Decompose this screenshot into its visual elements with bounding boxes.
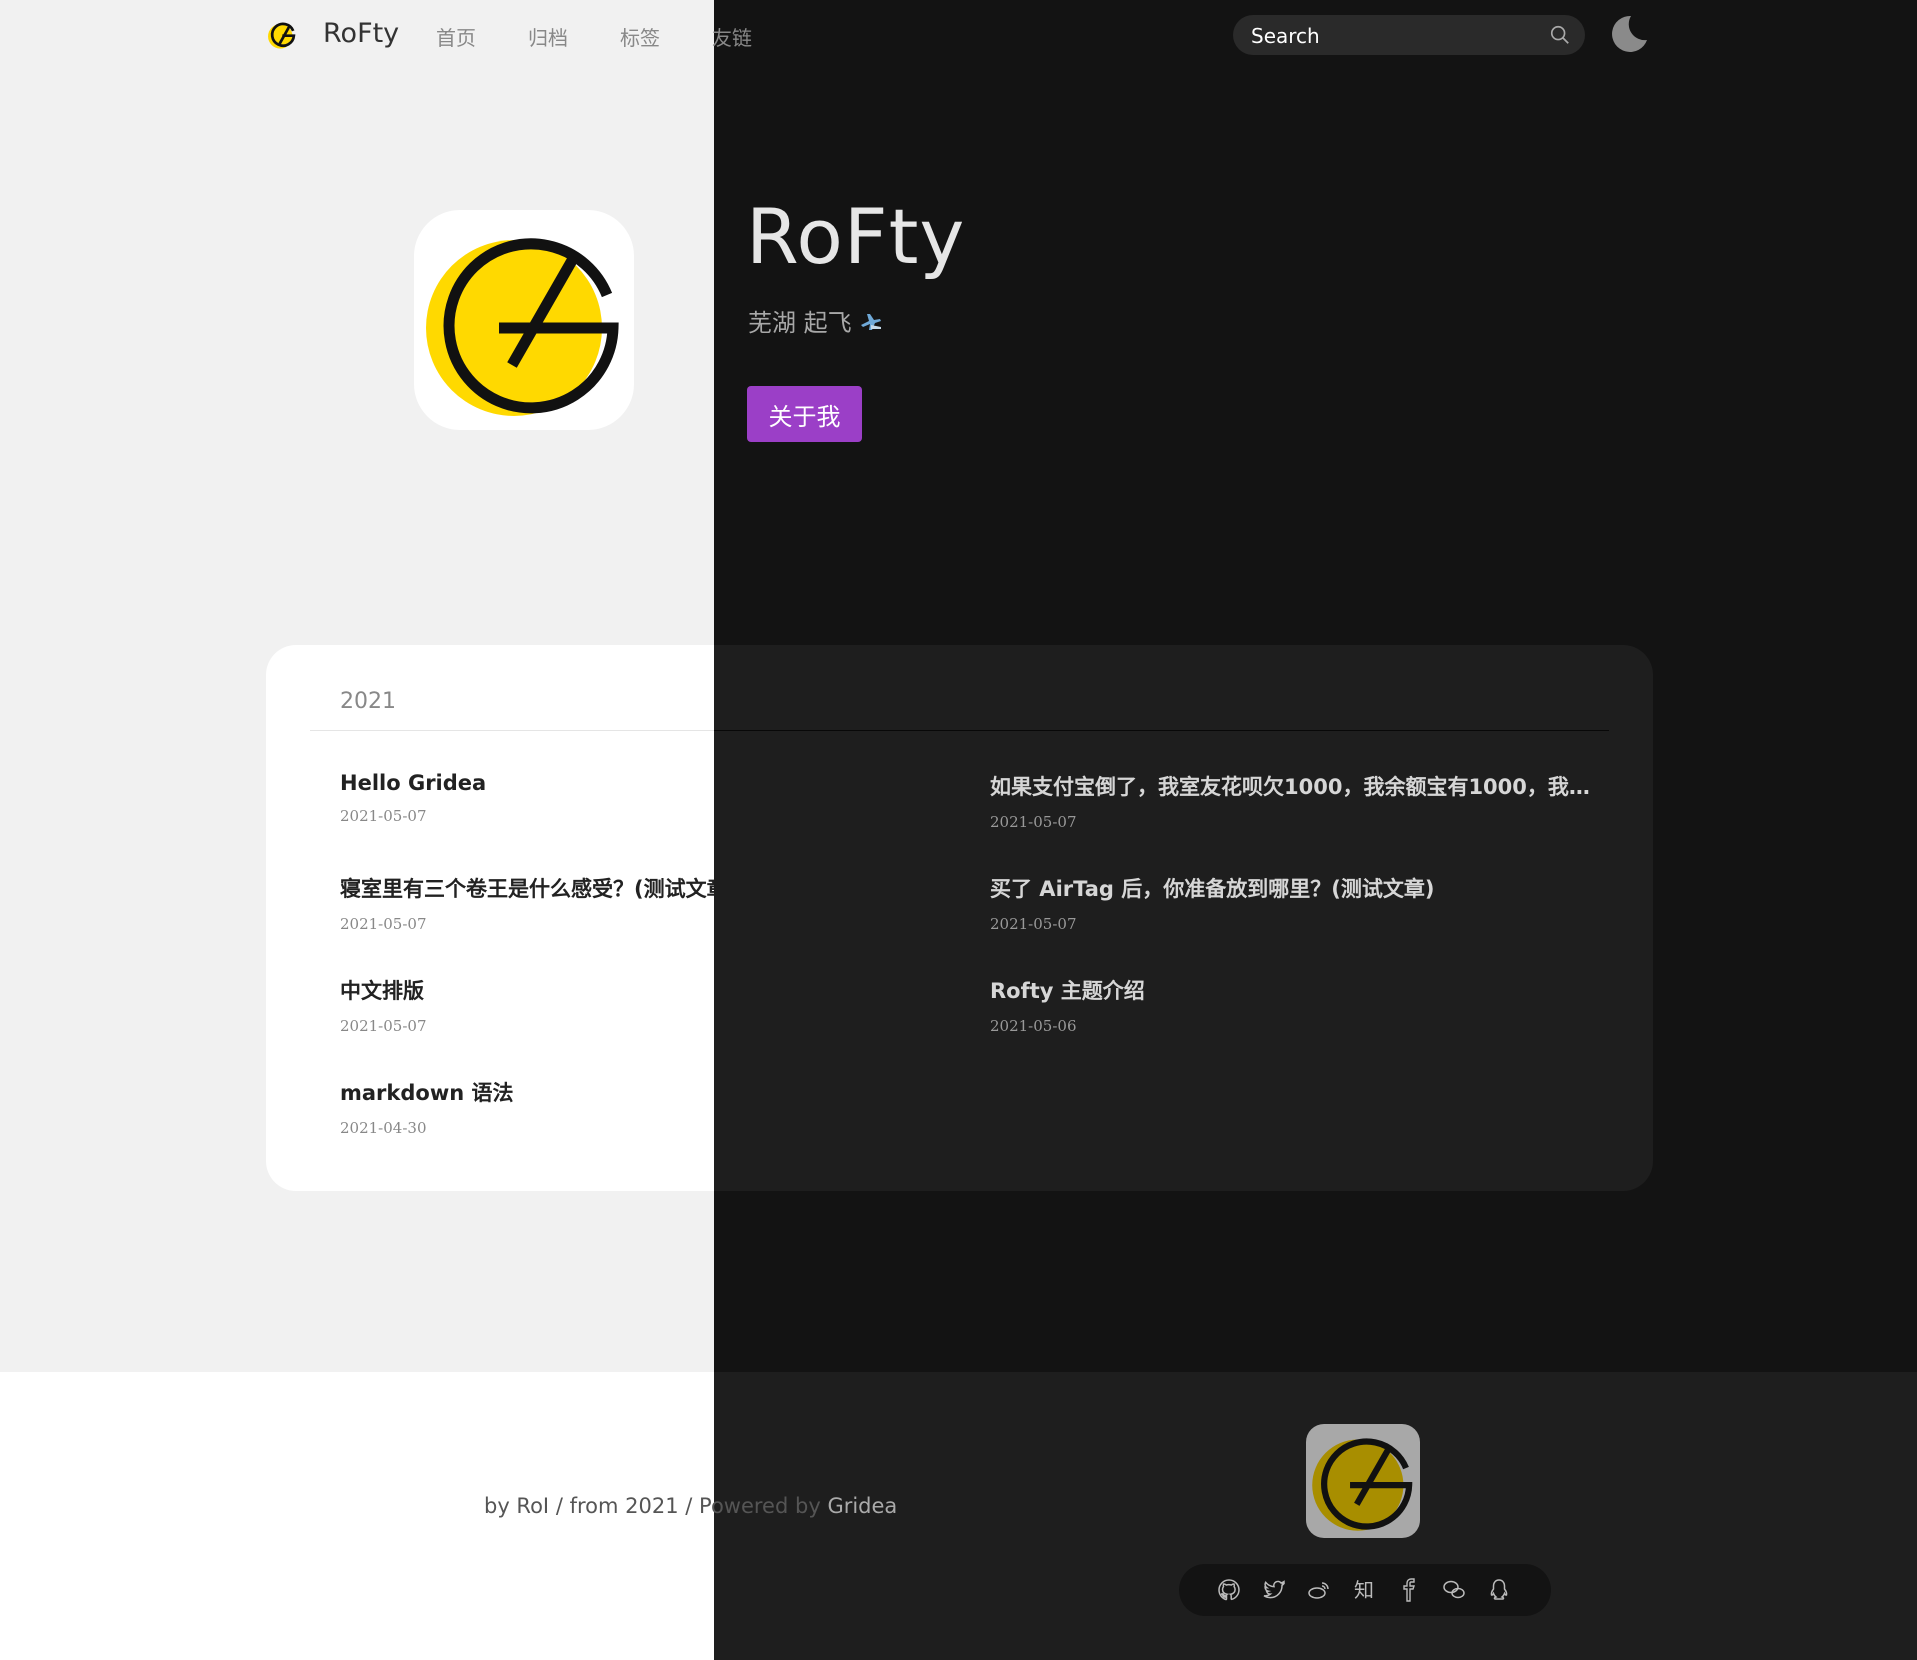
twitter-icon[interactable]: [1262, 1578, 1286, 1602]
post-title[interactable]: 买了 AirTag 后，你准备放到哪里？(测试文章): [990, 873, 1590, 903]
hero-subtitle: 芜湖 起飞: [748, 303, 883, 338]
site-logo-large-icon: [426, 238, 619, 416]
footer-credits: by RoI / from 2021 / Powered by Gridea: [484, 1494, 897, 1518]
search-input[interactable]: [1249, 15, 1543, 57]
weibo-icon[interactable]: [1307, 1578, 1331, 1602]
nav-home[interactable]: 首页: [436, 22, 476, 51]
post-list-card: 2021 Hello Gridea 2021-05-07 寝室里有三个卷王是什么…: [266, 645, 1653, 1191]
post-date: 2021-04-30: [340, 1119, 427, 1137]
post-date: 2021-05-07: [340, 807, 427, 825]
post-item[interactable]: 如果支付宝倒了，我室友花呗欠1000，我余额宝有1000，我可以... 2021…: [990, 771, 1590, 831]
wechat-icon[interactable]: [1442, 1578, 1466, 1602]
facebook-icon[interactable]: [1397, 1578, 1421, 1602]
moon-icon[interactable]: [1609, 14, 1649, 54]
post-title[interactable]: 中文排版: [340, 975, 940, 1005]
zhihu-icon[interactable]: 知: [1352, 1578, 1376, 1602]
social-links-bar: 知: [1179, 1564, 1551, 1616]
footer-year: from 2021: [569, 1494, 679, 1518]
post-item[interactable]: 寝室里有三个卷王是什么感受？(测试文章) 2021-05-07: [340, 873, 714, 933]
search-box: [1233, 15, 1585, 57]
footer-logo: [1306, 1424, 1420, 1538]
qq-icon[interactable]: [1487, 1578, 1511, 1602]
post-date: 2021-05-07: [340, 1017, 427, 1035]
hero-title: RoFty: [746, 192, 966, 281]
site-header: RoFty 首页 归档 标签 友链: [0, 0, 1917, 70]
nav-tags[interactable]: 标签: [620, 22, 660, 51]
post-title[interactable]: markdown 语法: [340, 1077, 940, 1107]
post-item[interactable]: Hello Gridea 2021-05-07: [340, 771, 940, 825]
post-date: 2021-05-07: [990, 915, 1077, 933]
post-item[interactable]: 买了 AirTag 后，你准备放到哪里？(测试文章) 2021-05-07: [990, 873, 1590, 933]
post-item[interactable]: 中文排版 2021-05-07: [340, 975, 940, 1035]
post-date: 2021-05-07: [990, 813, 1077, 831]
search-icon[interactable]: [1549, 24, 1571, 46]
nav-archive[interactable]: 归档: [528, 22, 568, 51]
gridea-link[interactable]: Gridea: [827, 1494, 897, 1518]
post-date: 2021-05-07: [340, 915, 427, 933]
post-date: 2021-05-06: [990, 1017, 1077, 1035]
github-icon[interactable]: [1217, 1578, 1241, 1602]
hero-subtitle-text: 芜湖 起飞: [748, 309, 852, 337]
divider: [714, 730, 1609, 731]
nav-friend-links[interactable]: 友链: [712, 22, 752, 51]
site-logo-footer-icon: [1312, 1438, 1413, 1531]
footer-separator: /: [555, 1494, 570, 1518]
footer-separator: /: [685, 1494, 700, 1518]
about-me-button[interactable]: 关于我: [747, 386, 862, 442]
post-item[interactable]: markdown 语法 2021-04-30: [340, 1077, 940, 1137]
post-title[interactable]: Hello Gridea: [340, 771, 940, 795]
post-title[interactable]: Rofty 主题介绍: [990, 975, 1590, 1005]
hero-avatar: [414, 210, 634, 430]
divider: [310, 730, 714, 731]
year-heading: 2021: [340, 689, 396, 714]
brand-name[interactable]: RoFty: [323, 18, 399, 49]
post-title[interactable]: 寝室里有三个卷王是什么感受？(测试文章): [340, 873, 714, 903]
site-logo-icon[interactable]: [266, 18, 300, 52]
airplane-emoji-icon: [861, 314, 882, 330]
footer-author: by RoI: [484, 1494, 550, 1518]
footer-powered: Powered by: [699, 1494, 821, 1518]
post-item[interactable]: Rofty 主题介绍 2021-05-06: [990, 975, 1590, 1035]
post-title[interactable]: 如果支付宝倒了，我室友花呗欠1000，我余额宝有1000，我可以...: [990, 771, 1590, 801]
